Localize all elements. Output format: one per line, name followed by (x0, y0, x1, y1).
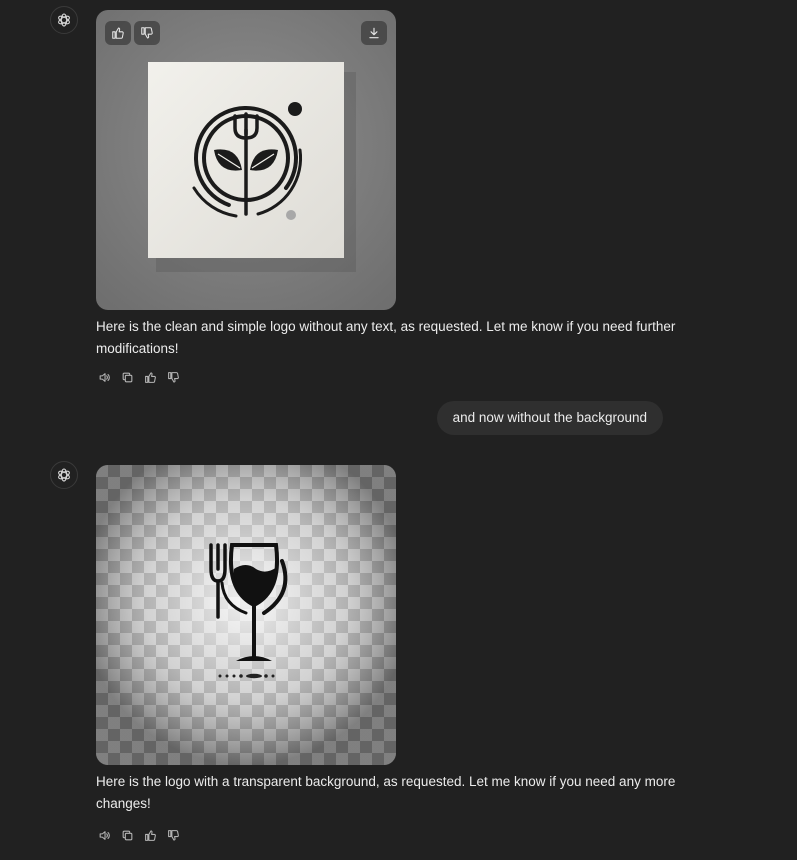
openai-logo-icon (58, 468, 70, 482)
read-aloud-button[interactable] (96, 369, 112, 385)
message-actions (96, 827, 181, 843)
user-message-bubble: and now without the background (436, 401, 663, 435)
image-like-button[interactable] (105, 21, 131, 45)
thumbs-down-icon (167, 829, 179, 841)
chat-thread: Here is the clean and simple logo withou… (0, 0, 797, 860)
message-actions (96, 369, 181, 385)
copy-button[interactable] (119, 369, 135, 385)
thumbs-down-icon (141, 27, 153, 39)
generated-image-card[interactable] (96, 10, 396, 310)
copy-button[interactable] (119, 827, 135, 843)
thumbs-up-icon (112, 27, 124, 39)
bad-response-button[interactable] (165, 369, 181, 385)
assistant-avatar (50, 461, 78, 489)
download-icon (369, 27, 379, 39)
assistant-message-text: Here is the logo with a transparent back… (96, 774, 676, 811)
assistant-avatar (50, 6, 78, 34)
generated-image-card[interactable] (96, 465, 396, 765)
logo-transparent-image (96, 465, 396, 765)
read-aloud-icon (99, 830, 110, 840)
logo-plate-image (96, 10, 396, 310)
openai-logo-icon (58, 13, 70, 27)
good-response-button[interactable] (142, 827, 158, 843)
image-download-button[interactable] (361, 21, 387, 45)
assistant-message-text: Here is the clean and simple logo withou… (96, 319, 676, 356)
thumbs-down-icon (167, 371, 179, 383)
read-aloud-icon (99, 372, 110, 382)
good-response-button[interactable] (142, 369, 158, 385)
thumbs-up-icon (144, 371, 156, 383)
bad-response-button[interactable] (165, 827, 181, 843)
thumbs-up-icon (144, 829, 156, 841)
copy-icon (122, 830, 132, 840)
image-dislike-button[interactable] (134, 21, 160, 45)
copy-icon (122, 372, 132, 382)
read-aloud-button[interactable] (96, 827, 112, 843)
